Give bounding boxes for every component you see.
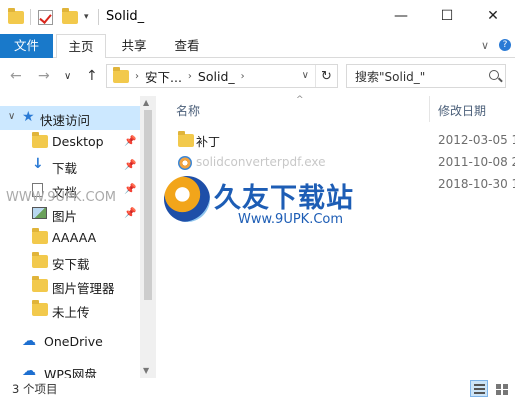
file-row[interactable]: solidconverterpdf.exe 2011-10-08 2 bbox=[168, 152, 515, 174]
refresh-button[interactable]: ↻ bbox=[315, 65, 337, 87]
address-row: ← → ∨ ↑ › 安下... › Solid_ › ∨ ↻ 搜索"Solid_… bbox=[0, 58, 515, 96]
nav-item-label: 未上传 bbox=[52, 305, 90, 320]
breadcrumb-segment[interactable]: 安下... bbox=[145, 67, 182, 86]
up-button[interactable]: ↑ bbox=[86, 68, 98, 84]
cloud-icon: ☁ bbox=[22, 333, 36, 349]
minimize-button[interactable]: — bbox=[378, 0, 424, 32]
scroll-up-icon[interactable]: ▲ bbox=[143, 98, 149, 107]
window-title: Solid_ bbox=[106, 9, 145, 24]
back-button[interactable]: ← bbox=[10, 68, 22, 84]
close-button[interactable]: ✕ bbox=[470, 0, 515, 32]
large-icons-view-button[interactable] bbox=[492, 380, 510, 397]
file-date: 2012-03-05 1 bbox=[438, 133, 515, 147]
forward-button[interactable]: → bbox=[38, 68, 50, 84]
file-name: 补丁 bbox=[196, 135, 221, 149]
cloud-icon: ☁ bbox=[22, 363, 36, 378]
properties-check-icon[interactable] bbox=[38, 8, 53, 26]
watermark-side-text: WWW.9UPK.COM bbox=[6, 190, 117, 205]
nav-item-aaaaa[interactable]: AAAAA bbox=[0, 226, 140, 250]
file-date: 2018-10-30 1 bbox=[438, 177, 515, 191]
watermark-logo-icon bbox=[164, 176, 210, 222]
pin-icon: 📌 bbox=[124, 208, 137, 219]
folder-icon bbox=[113, 66, 129, 83]
quick-access-customize-icon[interactable]: ▾ bbox=[84, 8, 89, 26]
nav-item-label: WPS网盘 bbox=[44, 367, 97, 378]
watermark-url: Www.9UPK.Com bbox=[238, 212, 344, 227]
nav-item-desktop[interactable]: Desktop 📌 bbox=[0, 130, 140, 154]
new-folder-icon[interactable] bbox=[62, 7, 78, 26]
file-row[interactable]: 补丁 2012-03-05 1 bbox=[168, 130, 515, 152]
folder-icon bbox=[32, 252, 48, 268]
address-bar[interactable]: › 安下... › Solid_ › ∨ ↻ bbox=[106, 64, 338, 88]
picture-icon bbox=[32, 207, 47, 219]
recent-locations-button[interactable]: ∨ bbox=[64, 71, 71, 82]
nav-item-label: 图片管理器 bbox=[52, 281, 115, 296]
nav-scrollbar-thumb[interactable] bbox=[144, 110, 152, 300]
details-view-button[interactable] bbox=[470, 380, 488, 397]
navigation-pane: ∨ ★ 快速访问 Desktop 📌 ↓ 下载 📌 文档 📌 图片 📌 AAAA… bbox=[0, 96, 156, 378]
watermark-title: 久友下载站 bbox=[214, 183, 354, 214]
star-icon: ★ bbox=[22, 109, 35, 125]
nav-item-anxiazai[interactable]: 安下载 bbox=[0, 250, 140, 274]
title-bar: ▾ Solid_ — ☐ ✕ bbox=[0, 0, 515, 34]
breadcrumb-segment[interactable]: Solid_ bbox=[198, 69, 235, 84]
status-bar: 3 个项目 bbox=[0, 378, 515, 400]
nav-item-wps-drive[interactable]: ☁ WPS网盘 bbox=[0, 360, 140, 378]
tab-file[interactable]: 文件 bbox=[0, 34, 53, 58]
nav-item-label: 安下载 bbox=[52, 257, 90, 272]
nav-item-label: 下载 bbox=[52, 161, 78, 176]
pin-icon: 📌 bbox=[124, 136, 137, 147]
folder-icon bbox=[32, 228, 48, 244]
nav-item-onedrive[interactable]: ☁ OneDrive bbox=[0, 330, 140, 354]
tab-view[interactable]: 查看 bbox=[162, 34, 212, 58]
file-name: solidconverterpdf.exe bbox=[196, 155, 326, 169]
watermark: 久友下载站 Www.9UPK.Com bbox=[164, 176, 394, 236]
nav-item-image-manager[interactable]: 图片管理器 bbox=[0, 274, 140, 298]
ribbon-tabs: 文件 主页 共享 查看 ∨ ? bbox=[0, 34, 515, 59]
sort-ascending-icon: ^ bbox=[296, 95, 304, 105]
help-icon[interactable]: ? bbox=[499, 39, 511, 51]
nav-item-label: OneDrive bbox=[44, 334, 103, 349]
explorer-window: ▾ Solid_ — ☐ ✕ 文件 主页 共享 查看 ∨ ? ← → ∨ ↑ ›… bbox=[0, 0, 515, 400]
nav-item-label: AAAAA bbox=[52, 230, 97, 245]
folder-icon bbox=[32, 300, 48, 316]
tab-share[interactable]: 共享 bbox=[110, 34, 158, 58]
item-count: 3 个项目 bbox=[12, 382, 58, 396]
folder-icon bbox=[32, 132, 48, 148]
nav-item-label: 快速访问 bbox=[40, 113, 91, 128]
ribbon-expand-icon[interactable]: ∨ bbox=[481, 39, 489, 52]
nav-item-quick-access[interactable]: ∨ ★ 快速访问 bbox=[0, 106, 140, 130]
file-date: 2011-10-08 2 bbox=[438, 155, 515, 169]
folder-icon bbox=[178, 131, 194, 147]
scroll-down-icon[interactable]: ▼ bbox=[143, 366, 149, 375]
folder-icon bbox=[32, 276, 48, 292]
tab-home[interactable]: 主页 bbox=[56, 34, 106, 59]
column-divider[interactable] bbox=[429, 96, 430, 122]
breadcrumb-separator-icon: › bbox=[135, 70, 139, 82]
search-icon bbox=[489, 70, 499, 80]
nav-item-pictures[interactable]: 图片 📌 bbox=[0, 202, 140, 226]
nav-item-label: 图片 bbox=[52, 209, 78, 224]
download-icon: ↓ bbox=[32, 156, 44, 172]
pin-icon: 📌 bbox=[124, 184, 137, 195]
folder-icon bbox=[8, 7, 24, 26]
application-icon bbox=[178, 156, 192, 170]
maximize-button[interactable]: ☐ bbox=[424, 0, 470, 32]
nav-item-label: Desktop bbox=[52, 134, 104, 149]
divider bbox=[30, 9, 31, 25]
search-placeholder: 搜索"Solid_" bbox=[355, 69, 426, 84]
column-header-name[interactable]: 名称 bbox=[176, 102, 200, 124]
chevron-down-icon[interactable]: ∨ bbox=[8, 111, 15, 122]
address-dropdown-icon[interactable]: ∨ bbox=[302, 70, 309, 81]
breadcrumb-separator-icon: › bbox=[187, 70, 192, 82]
divider bbox=[98, 9, 99, 25]
nav-item-downloads[interactable]: ↓ 下载 📌 bbox=[0, 154, 140, 178]
pin-icon: 📌 bbox=[124, 160, 137, 171]
search-input[interactable]: 搜索"Solid_" bbox=[346, 64, 506, 88]
breadcrumb-separator-icon: › bbox=[240, 70, 245, 82]
nav-item-not-uploaded[interactable]: 未上传 bbox=[0, 298, 140, 322]
column-header-modified[interactable]: 修改日期 bbox=[438, 102, 486, 124]
